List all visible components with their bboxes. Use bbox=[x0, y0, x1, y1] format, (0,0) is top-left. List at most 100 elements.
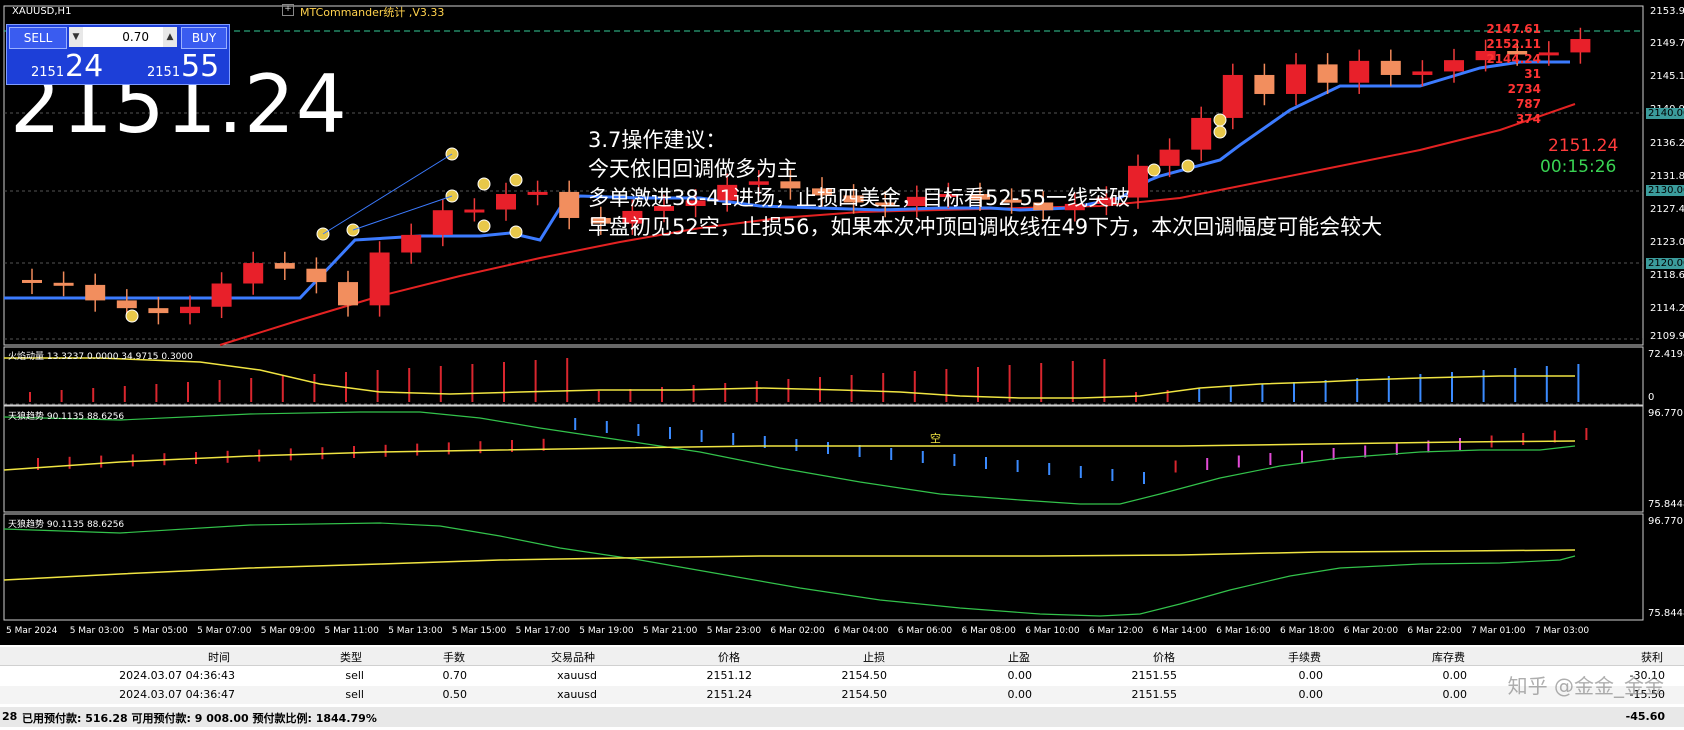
lot-increase-icon[interactable]: ▲ bbox=[163, 27, 177, 47]
cell-swap: 0.00 bbox=[1442, 688, 1468, 701]
time-axis-label: 5 Mar 07:00 bbox=[197, 626, 252, 636]
col-header[interactable]: 止盈 bbox=[960, 649, 1030, 665]
cell-symbol: xauusd bbox=[557, 669, 597, 682]
indicator3-label: 天狼趋势 90.1135 88.6256 bbox=[8, 520, 125, 530]
time-axis-label: 5 Mar 09:00 bbox=[260, 626, 316, 636]
sell-button[interactable]: SELL bbox=[9, 27, 67, 49]
col-header[interactable]: 止损 bbox=[820, 649, 885, 665]
indicator2-label: 天狼趋势 90.1135 88.6256 bbox=[8, 412, 125, 422]
candle-body bbox=[338, 282, 358, 306]
col-header[interactable]: 手续费 bbox=[1260, 649, 1321, 665]
stats-values: 2147.61 2152.11 2144.24 31 2734 787 374 bbox=[1486, 22, 1541, 127]
cell-swap: 0.00 bbox=[1442, 669, 1468, 682]
indicator3-axis-top: 96.7701 bbox=[1648, 516, 1684, 527]
cell-symbol: xauusd bbox=[557, 688, 597, 701]
symbol-label: XAUUSD,H1 bbox=[12, 6, 72, 17]
summary-text: 已用预付款: 516.28 可用预付款: 9 008.00 预付款比例: 184… bbox=[22, 712, 377, 725]
candle-body bbox=[116, 300, 137, 309]
watermark: 知乎 @金金_金金 bbox=[1507, 674, 1664, 698]
candle-body bbox=[22, 279, 42, 283]
candle-body bbox=[1412, 71, 1433, 75]
candle-body bbox=[306, 268, 327, 283]
indicator1-axis-bottom: 0 bbox=[1648, 392, 1655, 403]
candle-body bbox=[148, 308, 169, 314]
col-header[interactable]: 类型 bbox=[300, 649, 362, 665]
candle-body bbox=[496, 194, 516, 210]
advice-line: 早盘初见52空，止损56，如果本次冲顶回调收线在49下方，本次回调幅度可能会较大 bbox=[588, 215, 1383, 239]
col-header[interactable]: 库存费 bbox=[1400, 649, 1465, 665]
candle-body bbox=[1444, 60, 1464, 72]
price-axis-label: 2114.25 bbox=[1650, 303, 1684, 314]
candle-body bbox=[432, 210, 453, 235]
price-level-tag: 2120.00 bbox=[1646, 258, 1684, 269]
time-axis-label: 6 Mar 04:00 bbox=[834, 626, 889, 636]
candle-body bbox=[1286, 64, 1306, 94]
stat-value: 374 bbox=[1515, 112, 1541, 126]
lot-value: 0.70 bbox=[122, 30, 149, 44]
chart-area[interactable]: 空 XAUUSD,H1 + MTCommander统计 ,V3.33 SELL … bbox=[0, 0, 1684, 645]
cell-volume: 0.70 bbox=[442, 669, 468, 682]
candle-body bbox=[401, 234, 422, 253]
time-axis-label: 6 Mar 06:00 bbox=[897, 626, 953, 636]
col-header[interactable]: 交易品种 bbox=[520, 649, 595, 665]
candle-body bbox=[369, 252, 390, 306]
candle-body bbox=[53, 282, 74, 286]
bid-quote[interactable]: 2151 24 bbox=[7, 49, 117, 84]
price-axis-label: 2123.00 bbox=[1650, 237, 1684, 248]
col-header[interactable]: 价格 bbox=[1110, 649, 1175, 665]
time-axis-label: 5 Mar 19:00 bbox=[579, 626, 634, 636]
col-header[interactable]: 手数 bbox=[405, 649, 465, 665]
time-axis-label: 6 Mar 08:00 bbox=[961, 626, 1016, 636]
cell-stop-loss: 2154.50 bbox=[841, 688, 888, 701]
time-axis-label: 5 Mar 17:00 bbox=[515, 626, 570, 636]
time-axis-label: 6 Mar 02:00 bbox=[770, 626, 825, 636]
cell-commission: 0.00 bbox=[1298, 669, 1324, 682]
candle-body bbox=[464, 209, 485, 213]
candle-body bbox=[1317, 64, 1338, 83]
stat-value: 2147.61 bbox=[1486, 22, 1541, 36]
cell-volume: 0.50 bbox=[442, 688, 468, 701]
indicator2-axis-bottom: 75.8448 bbox=[1648, 499, 1684, 510]
time-axis-label: 5 Mar 21:00 bbox=[643, 626, 698, 636]
stat-value: 787 bbox=[1515, 97, 1541, 111]
lot-decrease-icon[interactable]: ▼ bbox=[69, 27, 83, 47]
time-axis-label: 7 Mar 01:00 bbox=[1471, 626, 1526, 636]
table-row[interactable]: 2024.03.07 04:36:43 sell 0.70 xauusd 215… bbox=[0, 667, 1684, 685]
advice-line: 3.7操作建议： bbox=[588, 128, 727, 152]
expert-advisor-icon: + bbox=[282, 4, 294, 16]
candle-body bbox=[1349, 60, 1370, 83]
time-axis-label: 6 Mar 22:00 bbox=[1407, 626, 1462, 636]
cell-current-price: 2151.55 bbox=[1131, 688, 1178, 701]
ask-quote[interactable]: 2151 55 bbox=[119, 49, 229, 84]
bar-timer: 00:15:26 bbox=[1540, 157, 1617, 177]
candle-body bbox=[243, 263, 264, 284]
time-axis-label: 6 Mar 14:00 bbox=[1152, 626, 1207, 636]
stat-value: 2734 bbox=[1507, 82, 1541, 96]
time-axis-label: 6 Mar 18:00 bbox=[1280, 626, 1335, 636]
indicator2-axis-top: 96.7701 bbox=[1648, 408, 1684, 419]
trade-advice-annotation: 3.7操作建议： 今天依旧回调做多为主 多单激进38-41进场，止损四美金，目标… bbox=[588, 126, 1382, 242]
trade-terminal-table: 时间 类型 手数 交易品种 价格 止损 止盈 价格 手续费 库存费 获利 202… bbox=[0, 645, 1684, 730]
col-header[interactable]: 价格 bbox=[680, 649, 740, 665]
price-axis-label: 2153.90 bbox=[1650, 6, 1684, 17]
account-summary-row: 28 已用预付款: 516.28 可用预付款: 9 008.00 预付款比例: … bbox=[0, 707, 1684, 727]
candle-body bbox=[527, 191, 548, 195]
cell-current-price: 2151.55 bbox=[1131, 669, 1178, 682]
price-axis-label: 2145.10 bbox=[1650, 71, 1684, 82]
candle-body bbox=[1538, 52, 1559, 56]
table-row[interactable]: 2024.03.07 04:36:47 sell 0.50 xauusd 215… bbox=[0, 686, 1684, 704]
cell-take-profit: 0.00 bbox=[1007, 688, 1033, 701]
price-axis-label: 2149.75 bbox=[1650, 38, 1684, 49]
stat-value: 2152.11 bbox=[1486, 37, 1541, 51]
cell-commission: 0.00 bbox=[1298, 688, 1324, 701]
col-header[interactable]: 时间 bbox=[140, 649, 230, 665]
advice-line: 今天依旧回调做多为主 bbox=[588, 157, 798, 181]
col-header[interactable]: 获利 bbox=[1600, 649, 1663, 665]
summary-prefix: 28 bbox=[2, 710, 18, 723]
indicator3-axis-bottom: 75.8448 bbox=[1648, 608, 1684, 619]
cell-stop-loss: 2154.50 bbox=[841, 669, 888, 682]
cell-open-price: 2151.24 bbox=[706, 688, 753, 701]
bid-prefix: 2151 bbox=[31, 65, 65, 80]
buy-button[interactable]: BUY bbox=[181, 27, 227, 49]
lot-size-input[interactable]: ▼ 0.70 ▲ bbox=[69, 27, 177, 47]
